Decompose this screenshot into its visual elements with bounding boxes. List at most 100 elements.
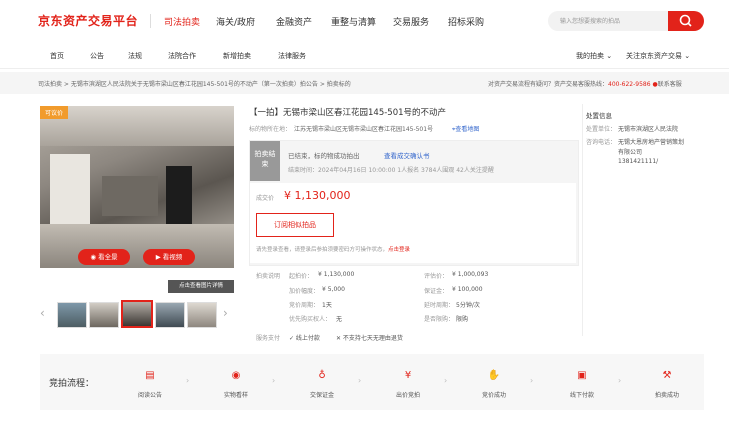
sub-navigation bbox=[0, 44, 729, 69]
view-map-label: 查看地图 bbox=[455, 126, 480, 133]
view-confirmation-link[interactable]: 查看成交确认书 bbox=[384, 150, 430, 160]
panorama-label: 看全景 bbox=[98, 253, 118, 261]
subnav-regulations[interactable]: 法规 bbox=[128, 51, 142, 61]
coin-icon: ¥ bbox=[404, 370, 412, 381]
contact-name: 无锡大恩房地产营销策划 bbox=[618, 139, 685, 146]
subnav-new-auction[interactable]: 新增拍卖 bbox=[223, 51, 251, 61]
gavel-icon: ⚒ bbox=[662, 370, 672, 381]
search-icon bbox=[679, 14, 692, 27]
status-badge-label: 拍卖结束 bbox=[254, 150, 276, 168]
hotline-text: 对资产交易流程有疑问？资产交易客服热线： bbox=[488, 81, 609, 88]
eye-icon: ◉ bbox=[231, 370, 241, 381]
search-placeholder: 输入您想要搜索的拍品 bbox=[560, 18, 621, 25]
contact-phone: 1381421111/ bbox=[618, 158, 659, 165]
panorama-icon: ◉ bbox=[90, 253, 99, 261]
subscribe-similar-button[interactable]: 订阅相似拍品 bbox=[256, 213, 334, 237]
thumbnail-2[interactable] bbox=[89, 302, 119, 328]
step-arrow-icon: › bbox=[272, 376, 276, 385]
online-payment: ✓ 线上付款 bbox=[289, 335, 320, 342]
play-icon: ▶ bbox=[155, 253, 163, 261]
process-title: 竞拍流程： bbox=[49, 379, 95, 389]
priority-buyer: 无 bbox=[336, 316, 343, 323]
disposal-info-title: 处置信息 bbox=[586, 112, 612, 120]
my-auction-dropdown[interactable]: 我的拍卖 ⌄ bbox=[576, 51, 612, 61]
step-arrow-icon: › bbox=[530, 376, 534, 385]
notice-icon: ▤ bbox=[145, 370, 155, 381]
thumb-next-arrow[interactable]: › bbox=[223, 306, 228, 320]
delay-cycle: 5分钟/次 bbox=[456, 302, 480, 309]
contact-service-link[interactable]: 联系客服 bbox=[658, 81, 682, 88]
nav-judicial-auction[interactable]: 司法拍卖 bbox=[164, 15, 200, 28]
status-result: 已结束，标的物成功拍出 bbox=[288, 152, 360, 160]
detail-label: 延时周期： bbox=[424, 302, 455, 309]
deposit-bag-icon: ♁ bbox=[318, 370, 326, 381]
detail-label: 是否限购： bbox=[424, 316, 455, 323]
subnav-court-cooperation[interactable]: 法院合作 bbox=[168, 51, 196, 61]
view-photo-details-button[interactable]: 点击查看图片详情 bbox=[168, 280, 234, 293]
login-link[interactable]: 点击登录 bbox=[388, 247, 410, 253]
contact-label: 咨询电话： bbox=[586, 139, 617, 146]
step-arrow-icon: › bbox=[186, 376, 190, 385]
login-notice-text: 请先登录查看，请登录后参拍须要密码方可操作状态， bbox=[256, 247, 389, 253]
subnav-home[interactable]: 首页 bbox=[50, 51, 64, 61]
hotline-phone: 400-622-9586 bbox=[608, 81, 651, 88]
view-video-button[interactable]: ▶ 看视频 bbox=[143, 249, 195, 265]
detail-label: 优先购买权人： bbox=[289, 316, 332, 323]
view-panorama-button[interactable]: ◉ 看全景 bbox=[78, 249, 130, 265]
court-name[interactable]: 无锡市滨湖区人民法院 bbox=[618, 124, 678, 133]
contact-name-cont: 有限公司 bbox=[618, 149, 643, 156]
auction-notes-label: 拍卖说明 bbox=[256, 273, 281, 280]
court-label: 处置单位： bbox=[586, 126, 617, 133]
step-arrow-icon: › bbox=[618, 376, 622, 385]
detail-label: 竞价周期： bbox=[289, 302, 320, 309]
step-bid: 出价竞拍 bbox=[395, 392, 420, 399]
purchase-limit: 限购 bbox=[456, 316, 469, 323]
step-arrow-icon: › bbox=[358, 376, 362, 385]
negotiable-tag: 可议价 bbox=[40, 106, 69, 119]
location-label: 标的物所在地： bbox=[249, 126, 292, 133]
breadcrumb[interactable]: 司法拍卖 > 无锡市滨湖区人民法院关于无锡市梁山区春江花园145-501号的不动… bbox=[38, 79, 458, 88]
status-badge: 拍卖结束 bbox=[250, 141, 280, 181]
step-auction-success: 拍卖成功 bbox=[654, 392, 679, 399]
no-return-policy: ✕ 不支持七天无理由退货 bbox=[336, 335, 403, 342]
thumbnail-1[interactable] bbox=[57, 302, 87, 328]
thumbnail-3[interactable] bbox=[121, 300, 153, 328]
step-offline-payment: 线下付款 bbox=[569, 392, 594, 399]
detail-label: 起拍价： bbox=[289, 273, 314, 280]
header-divider bbox=[150, 14, 151, 28]
login-notice: 请先登录查看，请登录后参拍须要密码方可操作状态，点击登录 bbox=[256, 245, 410, 253]
nav-customs-government[interactable]: 海关/政府 bbox=[216, 15, 255, 28]
detail-label: 保证金： bbox=[424, 288, 449, 295]
bidding-cycle: 1天 bbox=[322, 302, 332, 309]
help-hotline: 对资产交易流程有疑问？资产交易客服热线：400-622-9586 ●联系客服 bbox=[488, 79, 682, 88]
service-payment-label: 服务支付 bbox=[256, 335, 281, 342]
thumbnail-5[interactable] bbox=[187, 302, 217, 328]
wallet-icon: ▣ bbox=[577, 370, 587, 381]
nav-financial-assets[interactable]: 金融资产 bbox=[276, 15, 312, 28]
step-read-notice: 阅读公告 bbox=[137, 392, 162, 399]
follow-dropdown[interactable]: 关注京东资产交易 ⌄ bbox=[626, 51, 690, 61]
deposit: ¥ 100,000 bbox=[452, 286, 483, 293]
main-photo[interactable] bbox=[40, 106, 234, 268]
starting-price: ¥ 1,130,000 bbox=[318, 271, 355, 278]
nav-bidding-procurement[interactable]: 招标采购 bbox=[448, 15, 484, 28]
appraisal-price: ¥ 1,000,093 bbox=[452, 271, 489, 278]
subnav-legal-service[interactable]: 法律服务 bbox=[278, 51, 306, 61]
item-title: 【一拍】无锡市梁山区春江花园145-501号的不动产 bbox=[249, 108, 447, 118]
deal-price: ¥ 1,130,000 bbox=[284, 189, 351, 202]
step-arrow-icon: › bbox=[444, 376, 448, 385]
nav-trade-service[interactable]: 交易服务 bbox=[393, 15, 429, 28]
thumbs-up-icon: ✋ bbox=[487, 370, 501, 381]
step-bid-success: 竞价成功 bbox=[481, 392, 506, 399]
view-map-link[interactable]: ⌖查看地图 bbox=[452, 124, 479, 134]
subnav-notice[interactable]: 公告 bbox=[90, 51, 104, 61]
nav-restructuring[interactable]: 重整与清算 bbox=[331, 15, 376, 28]
site-logo[interactable]: 京东资产交易平台 bbox=[38, 12, 138, 29]
detail-label: 评估价： bbox=[424, 273, 449, 280]
location-value: 江苏无锡市梁山区无锡市梁山区春江花园145-501号 bbox=[294, 126, 434, 133]
search-button[interactable] bbox=[668, 11, 704, 31]
step-view-sample: 实物看样 bbox=[223, 392, 248, 399]
thumbnail-4[interactable] bbox=[155, 302, 185, 328]
detail-label: 加价幅度： bbox=[289, 288, 320, 295]
thumb-prev-arrow[interactable]: ‹ bbox=[40, 306, 45, 320]
